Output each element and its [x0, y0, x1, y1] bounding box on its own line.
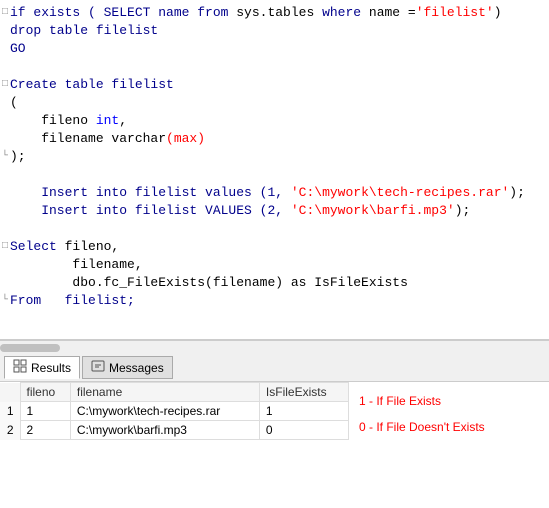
- code-line: [0, 58, 549, 76]
- code-editor[interactable]: □if exists ( SELECT name from sys.tables…: [0, 0, 549, 340]
- line-indicator: □: [0, 4, 10, 22]
- cell-fileno: 2: [20, 421, 70, 440]
- cell-isfileexists: 0: [259, 421, 348, 440]
- code-content: drop table filelist: [10, 22, 549, 40]
- tab-label: Results: [31, 361, 71, 375]
- line-indicator: └: [0, 292, 10, 310]
- code-line: Insert into filelist VALUES (2, 'C:\mywo…: [0, 202, 549, 220]
- code-line: [0, 220, 549, 238]
- line-indicator: □: [0, 76, 10, 94]
- code-line: (: [0, 94, 549, 112]
- code-line: GO: [0, 40, 549, 58]
- code-content: );: [10, 148, 549, 166]
- message-icon: [91, 359, 105, 376]
- column-header-filename: filename: [70, 383, 259, 402]
- code-line: □Select fileno,: [0, 238, 549, 256]
- code-line: └From filelist;: [0, 292, 549, 310]
- results-panel: filenofilenameIsFileExists 11C:\mywork\t…: [0, 382, 549, 446]
- code-content: fileno int,: [10, 112, 549, 130]
- code-line: fileno int,: [0, 112, 549, 130]
- tab-label: Messages: [109, 361, 164, 375]
- cell-isfileexists: 1: [259, 402, 348, 421]
- code-line: Insert into filelist values (1, 'C:\mywo…: [0, 184, 549, 202]
- grid-icon: [13, 359, 27, 376]
- row-num-header: [0, 383, 20, 402]
- table-row: 11C:\mywork\tech-recipes.rar1: [0, 402, 349, 421]
- tab-results[interactable]: Results: [4, 356, 80, 379]
- code-content: filename,: [10, 256, 549, 274]
- results-table: filenofilenameIsFileExists 11C:\mywork\t…: [0, 382, 349, 440]
- cell-filename: C:\mywork\barfi.mp3: [70, 421, 259, 440]
- code-content: Insert into filelist values (1, 'C:\mywo…: [10, 184, 549, 202]
- row-number: 1: [0, 402, 20, 421]
- code-line: filename,: [0, 256, 549, 274]
- tab-messages[interactable]: Messages: [82, 356, 173, 379]
- cell-fileno: 1: [20, 402, 70, 421]
- cell-filename: C:\mywork\tech-recipes.rar: [70, 402, 259, 421]
- row-number: 2: [0, 421, 20, 440]
- code-content: Create table filelist: [10, 76, 549, 94]
- line-indicator: □: [0, 238, 10, 256]
- table-body: 11C:\mywork\tech-recipes.rar122C:\mywork…: [0, 402, 349, 440]
- table-row: 22C:\mywork\barfi.mp30: [0, 421, 349, 440]
- code-content: dbo.fc_FileExists(filename) as IsFileExi…: [10, 274, 549, 292]
- code-line: [0, 166, 549, 184]
- horizontal-scrollbar[interactable]: [0, 340, 549, 354]
- code-line: □if exists ( SELECT name from sys.tables…: [0, 4, 549, 22]
- code-line: filename varchar(max): [0, 130, 549, 148]
- annotation-panel: 1 - If File Exists0 - If File Doesn't Ex…: [349, 382, 549, 446]
- code-line: dbo.fc_FileExists(filename) as IsFileExi…: [0, 274, 549, 292]
- column-header-fileno: fileno: [20, 383, 70, 402]
- code-content: From filelist;: [10, 292, 549, 310]
- code-content: filename varchar(max): [10, 130, 549, 148]
- annotation-0: 1 - If File Exists: [359, 388, 539, 414]
- code-content: (: [10, 94, 549, 112]
- code-content: Insert into filelist VALUES (2, 'C:\mywo…: [10, 202, 549, 220]
- code-content: Select fileno,: [10, 238, 549, 256]
- code-line: drop table filelist: [0, 22, 549, 40]
- code-line: └);: [0, 148, 549, 166]
- column-header-isfileexists: IsFileExists: [259, 383, 348, 402]
- code-content: GO: [10, 40, 549, 58]
- annotation-1: 0 - If File Doesn't Exists: [359, 414, 539, 440]
- line-indicator: └: [0, 148, 10, 166]
- table-header: filenofilenameIsFileExists: [0, 383, 349, 402]
- code-content: if exists ( SELECT name from sys.tables …: [10, 4, 549, 22]
- results-tab-bar: Results Messages: [0, 354, 549, 382]
- code-line: □Create table filelist: [0, 76, 549, 94]
